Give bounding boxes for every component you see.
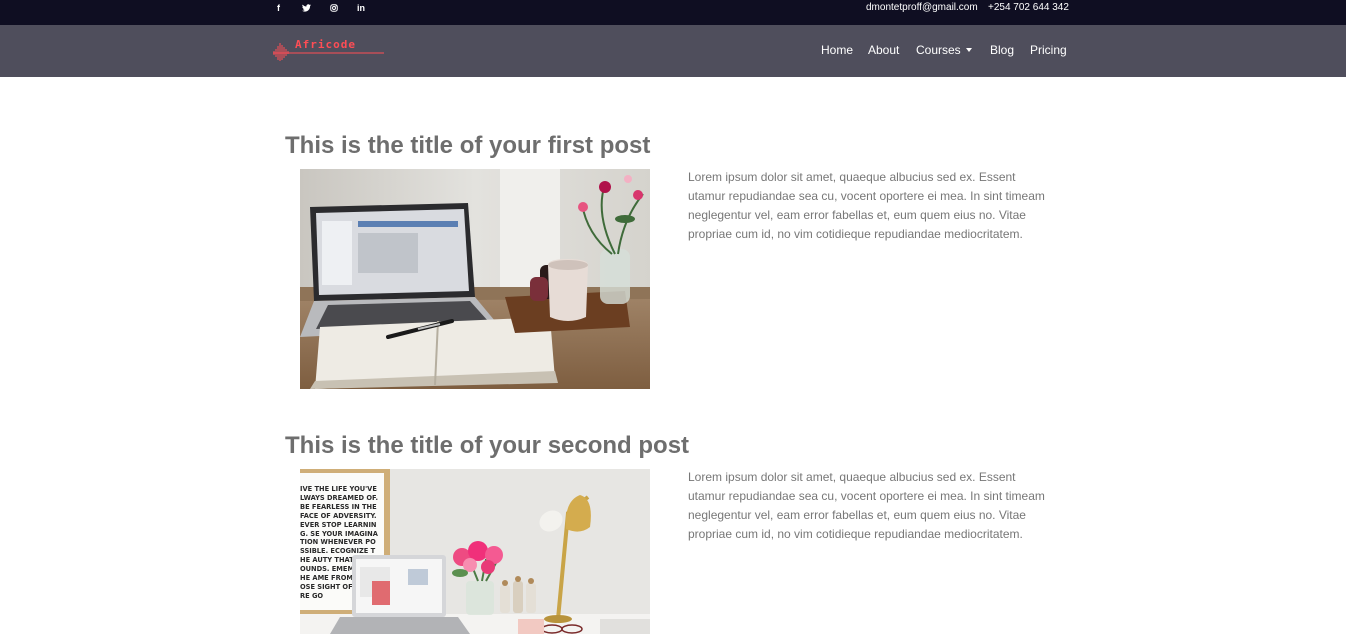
africode-logo[interactable]: Africode (273, 36, 385, 62)
post-excerpt: Lorem ipsum dolor sit amet, quaeque albu… (688, 470, 1045, 541)
post-image-laptop-desk[interactable] (300, 169, 650, 389)
post-title[interactable]: This is the title of your first post (285, 132, 650, 160)
contact-email[interactable]: dmontetproff@gmail.com (866, 0, 978, 15)
laptop-desk-photo (300, 169, 650, 389)
nav-courses-label: Courses (916, 43, 961, 57)
main-navbar: Africode Home About Courses Blog Pricing (0, 25, 1346, 77)
nav-pricing[interactable]: Pricing (1030, 25, 1067, 77)
instagram-icon[interactable] (330, 0, 338, 15)
post-image-desk-flowers[interactable]: IVE THE LIFE YOU'VE LWAYS DREAMED OF. BE… (300, 469, 650, 634)
top-contact-bar: f in dmontetproff@gmail.com +254 702 644… (0, 0, 1346, 25)
post-title[interactable]: This is the title of your second post (285, 432, 689, 460)
caret-down-icon (965, 47, 972, 52)
contact-phone[interactable]: +254 702 644 342 (988, 0, 1069, 15)
nav-home[interactable]: Home (821, 25, 853, 77)
nav-courses-dropdown[interactable]: Courses (916, 25, 972, 77)
desk-flowers-photo: IVE THE LIFE YOU'VE LWAYS DREAMED OF. BE… (300, 469, 650, 634)
logo-text: Africode (295, 38, 356, 51)
post-excerpt: Lorem ipsum dolor sit amet, quaeque albu… (688, 170, 1045, 241)
facebook-icon[interactable]: f (277, 0, 285, 15)
linkedin-icon[interactable]: in (357, 0, 365, 15)
twitter-icon[interactable] (302, 0, 311, 15)
nav-blog[interactable]: Blog (990, 25, 1014, 77)
nav-about[interactable]: About (868, 25, 899, 77)
